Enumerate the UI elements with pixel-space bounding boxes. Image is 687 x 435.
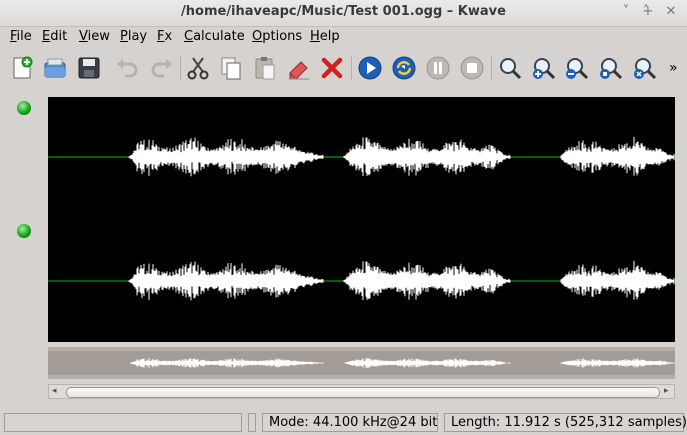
toolbar-separator (180, 56, 181, 80)
waveform-canvas (48, 136, 675, 301)
erase-button[interactable] (285, 54, 313, 82)
menu-help[interactable]: Help (310, 29, 340, 44)
status-mode: Mode: 44.100 kHz@24 bit (262, 413, 438, 432)
zoom-selection-button[interactable] (597, 54, 625, 82)
minimize-button[interactable]: ˅ (617, 3, 635, 21)
window-title: /home/ihaveapc/Music/Test 001.ogg – Kwav… (181, 4, 506, 19)
zoom-button[interactable] (496, 54, 524, 82)
menu-fx-rest: x (164, 29, 173, 44)
zoom-selection-icon (600, 58, 623, 80)
paste-button[interactable] (251, 54, 279, 82)
menu-edit[interactable]: Edit (42, 29, 67, 44)
scroll-left-icon[interactable]: ◂ (52, 385, 57, 398)
loop-button[interactable] (390, 54, 418, 82)
title-bar: /home/ihaveapc/Music/Test 001.ogg – Kwav… (0, 0, 687, 27)
channel-2-enabled-icon[interactable] (17, 224, 31, 238)
status-message (4, 413, 242, 432)
pause-button[interactable] (424, 54, 452, 82)
delete-icon (321, 57, 343, 79)
main-toolbar: » (0, 50, 687, 86)
menu-help-rest: elp (319, 29, 340, 44)
zoom-out-button[interactable] (563, 54, 591, 82)
redo-button[interactable] (148, 54, 176, 82)
zoom-icon (500, 58, 522, 80)
toolbar-overflow-button[interactable]: » (669, 60, 678, 76)
overview-strip[interactable] (48, 347, 675, 379)
waveform-trace (128, 260, 675, 301)
zoom-in-button[interactable] (530, 54, 558, 82)
open-file-icon (44, 58, 66, 78)
cut-icon (187, 57, 209, 80)
menu-view-rest: iew (87, 29, 110, 44)
menu-calculate-mnemonic: C (184, 29, 194, 44)
delete-button[interactable] (318, 54, 346, 82)
menu-fx[interactable]: Fx (157, 29, 172, 44)
status-separator (248, 413, 256, 432)
menu-options[interactable]: Options (252, 29, 302, 44)
toolbar-separator (491, 56, 492, 80)
menu-bar: File Edit View Play Fx Calculate Options… (0, 27, 687, 48)
play-icon (358, 56, 382, 80)
scrollbar-thumb[interactable] (66, 387, 660, 398)
menu-calculate-rest: alculate (193, 29, 245, 44)
maximize-button[interactable]: + (639, 3, 657, 21)
undo-icon (117, 59, 138, 78)
stop-button[interactable] (458, 54, 486, 82)
menu-help-mnemonic: H (310, 29, 320, 44)
copy-button[interactable] (217, 54, 245, 82)
copy-icon (221, 57, 241, 80)
status-length: Length: 11.912 s (525,312 samples) (444, 413, 687, 432)
menu-edit-rest: dit (50, 29, 68, 44)
scroll-right-icon[interactable]: ▸ (664, 385, 669, 398)
waveform-trace (128, 136, 675, 177)
zoom-all-icon (634, 58, 657, 80)
undo-button[interactable] (113, 54, 141, 82)
zoom-out-icon (566, 58, 589, 80)
menu-options-rest: ptions (262, 29, 303, 44)
play-button[interactable] (356, 54, 384, 82)
zoom-in-icon (533, 58, 556, 80)
open-file-button[interactable] (41, 54, 69, 82)
horizontal-scrollbar[interactable]: ◂ ▸ (48, 384, 675, 399)
menu-file[interactable]: File (10, 29, 32, 44)
menu-options-mnemonic: O (252, 29, 263, 44)
menu-file-rest: ile (16, 29, 32, 44)
menu-play-rest: lay (127, 29, 148, 44)
menu-play-mnemonic: P (120, 29, 128, 44)
menu-view[interactable]: View (79, 29, 110, 44)
menu-view-mnemonic: V (79, 29, 88, 44)
status-bar: Mode: 44.100 kHz@24 bit Length: 11.912 s… (0, 411, 687, 435)
paste-icon (255, 57, 275, 80)
loop-icon (392, 56, 416, 80)
close-window-button[interactable]: ✕ (662, 3, 680, 21)
pause-icon (426, 56, 450, 80)
overview-canvas (48, 351, 675, 375)
channel-1-enabled-icon[interactable] (17, 101, 31, 115)
new-file-icon (13, 56, 33, 79)
save-icon (78, 57, 100, 79)
save-button[interactable] (75, 54, 103, 82)
toolbar-separator (351, 56, 352, 80)
redo-icon (151, 59, 172, 78)
stop-icon (460, 56, 484, 80)
new-file-button[interactable] (8, 54, 36, 82)
menu-play[interactable]: Play (120, 29, 147, 44)
menu-edit-mnemonic: E (42, 29, 51, 44)
cut-button[interactable] (184, 54, 212, 82)
menu-calculate[interactable]: Calculate (184, 29, 245, 44)
erase-icon (289, 61, 309, 80)
zoom-all-button[interactable] (631, 54, 659, 82)
waveform-view[interactable] (48, 97, 675, 342)
